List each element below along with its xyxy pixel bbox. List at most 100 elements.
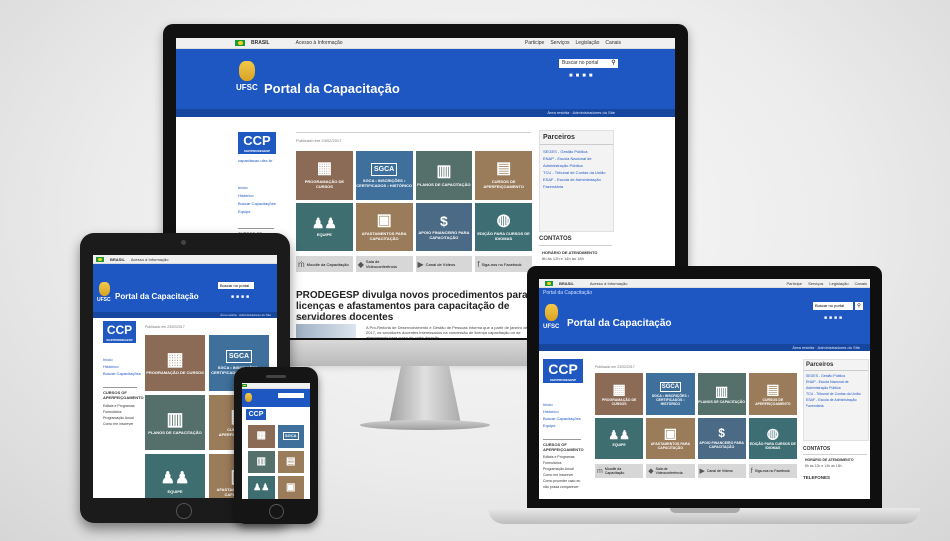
quick-moodle[interactable]: ṁ Moodle da Capacitação [296,256,353,272]
tile-equipe[interactable]: ♟♟ [248,476,275,499]
search-placeholder: Buscar no portal [220,283,250,288]
tile-apoio[interactable]: $ APOIO FINANCEIRO PARA CAPACITAÇÃO [697,417,746,459]
nav-item-inicio[interactable]: Início [103,356,141,363]
quick-videos[interactable]: ▶ Canal de Vídeos [697,464,746,478]
gov-link-4[interactable]: Canais [855,281,867,286]
quick-label: Siga-nos no Facebook [754,469,790,473]
tablet-home-button[interactable] [176,503,192,519]
tile-label: CURSOS DE APERFEIÇOAMENTO [755,397,791,406]
tile-programacao[interactable]: ▦ PROGRAMAÇÃO DE CURSOS [145,335,205,391]
phone-tile-grid: ▦ SGCA ▥ ▤ ♟♟ ▣ [248,425,304,499]
nav-item-equipe[interactable]: Equipe [543,422,581,429]
tablet-site-title[interactable]: Portal da Capacitação [115,292,199,301]
responsive-showcase: { "gov": {"brasil": "BRASIL", "servicos"… [0,0,950,541]
partner-link[interactable]: ENAP - Escola Nacional de Administração … [806,379,866,391]
site-title[interactable]: Portal da Capacitação [264,81,400,96]
tile-planos[interactable]: ▥ PLANOS DE CAPACITAÇÃO [697,373,746,415]
tablet-sidebar-box[interactable]: CURSOS OF APERFEIÇOAMENTO [103,387,144,400]
quick-video-conf[interactable]: ◆ Sala de Videoconferência [355,256,413,272]
partner-link[interactable]: TCU - Tribunal de Contas da União [543,169,610,176]
social-icons[interactable]: ■■■■ [824,315,844,321]
quick-videos[interactable]: ▶ Canal de Vídeos [415,256,473,272]
partner-link[interactable]: SEGES - Gestão Pública [543,148,610,155]
globe-icon: ◍ [766,425,779,442]
tile-sgca[interactable]: SGCASGCA • INSCRIÇÕES • CERTIFICADOS • H… [355,151,413,200]
tile-cursos[interactable]: ▤CURSOS DE APERFEIÇOAMENTO [748,373,797,415]
nav-item-buscar[interactable]: Buscar Capacitações [543,415,581,422]
tile-programacao[interactable]: ▦ PROGRAMAÇÃO DE CURSOS [595,373,644,415]
tile-sgca[interactable]: SGCASGCA • INSCRIÇÕES • CERTIFICADOS • H… [646,373,695,415]
left-nav: Início Histórico Buscar Capacitações Equ… [238,184,276,216]
search-input[interactable]: Buscar no portal [559,59,609,68]
gov-link-2[interactable]: Serviços [550,40,569,46]
quick-facebook[interactable]: f Siga-nos no Facebook [748,464,797,478]
social-icons[interactable]: ■■■■ [231,294,251,300]
sub-nav: Área restrita · Administradores do Site [176,109,675,117]
nav-item-buscar[interactable]: Buscar Capacitações [238,200,276,208]
tablet-sidebar-links: Editais e Programas Formulários Programa… [103,403,139,427]
gov-link-2[interactable]: Serviços [808,281,823,286]
sidebar-link[interactable]: Como me inscrever [103,421,139,427]
partner-link[interactable]: ENAP - Escola Nacional de Administração … [543,155,610,169]
tile-label: SGCA • INSCRIÇÕES • CERTIFICADOS • HISTÓ… [356,177,413,188]
nav-item-equipe[interactable]: Equipe [238,208,276,216]
tile-equipe[interactable]: ♟♟ EQUIPE [595,417,644,459]
tile-cursos[interactable]: ▤ [277,450,304,474]
nav-item-historico[interactable]: Histórico [103,363,141,370]
gov-link-4[interactable]: Canais [605,40,621,46]
tile-equipe[interactable]: ♟♟ EQUIPE [296,202,353,251]
gov-link-1[interactable]: Participe [525,40,544,46]
tile-sgca[interactable]: SGCA [277,425,304,448]
laptop-site-title[interactable]: Portal da Capacitação [567,318,671,329]
nav-item-inicio[interactable]: Início [238,184,276,192]
tile-equipe[interactable]: ♟♟ EQUIPE [145,454,205,498]
ccp-logo: CCP SGP/PRODEGESP [238,132,276,154]
tile-label: PLANOS DE CAPACITAÇÃO [417,181,471,187]
search-icon[interactable]: ⚲ [609,59,618,68]
tile-cursos[interactable]: ▤CURSOS DE APERFEIÇOAMENTO [475,151,532,200]
tile-label: EDIÇÃO PARA CURSOS DE IDIOMAS [749,442,796,451]
tile-label: EQUIPE [316,232,332,238]
gov-link-1[interactable]: Participe [787,281,803,286]
quick-facebook[interactable]: f Siga-nos no Facebook [475,256,532,272]
tile-idiomas[interactable]: ◍ EDIÇÃO PARA CURSOS DE IDIOMAS [748,417,797,459]
laptop-phones-title: TELEFONES [803,475,831,480]
search-placeholder: Buscar no portal [815,303,845,308]
nav-item-historico[interactable]: Histórico [543,408,581,415]
tile-afastamentos[interactable]: ▣ [277,476,304,499]
tile-programacao[interactable]: ▦ PROGRAMAÇÃO DE CURSOS [296,151,353,200]
laptop-header: Portal da Capacitação UFSC Portal da Cap… [539,288,870,344]
nav-item-buscar[interactable]: Buscar Capacitações [103,370,141,377]
tile-planos[interactable]: ▥ [248,450,275,474]
quick-moodle[interactable]: ṁ Moodle da Capacitação [595,464,644,478]
gov-link-3[interactable]: Legislação [829,281,848,286]
laptop-sidebar-box[interactable]: CURSOS OF APERFEIÇOAMENTO [543,439,584,452]
gov-info-link[interactable]: Acesso à Informação [296,40,343,46]
partner-link[interactable]: ESAF - Escola de Administração Fazendári… [806,397,866,409]
phone-search-input[interactable] [278,393,304,398]
tile-apoio[interactable]: $ APOIO FINANCEIRO PARA CAPACITAÇÃO [415,202,473,251]
search-icon[interactable]: ⚲ [855,302,863,310]
partner-link[interactable]: ESAF - Escola de Administração Fazendári… [543,176,610,190]
tile-grid: ▦ PROGRAMAÇÃO DE CURSOS SGCA SGCA • INSCRI… [296,151,532,251]
sidebar-link[interactable]: Como proceder caso eu não possa comparec… [543,478,583,490]
tile-programacao[interactable]: ▦ [248,425,275,448]
tile-planos[interactable]: ▥ PLANOS DE CAPACITAÇÃO [415,151,473,200]
social-icons[interactable]: ■■■■ [569,73,596,79]
search-placeholder: Buscar no portal [562,60,599,66]
tile-afastamentos[interactable]: ▣AFASTAMENTOS PARA CAPACITAÇÃO [355,202,413,251]
tile-idiomas[interactable]: ◍ EDIÇÃO PARA CURSOS DE IDIOMAS [475,202,532,251]
gov-info-link[interactable]: Acesso à Informação [590,281,628,286]
ufsc-logo-text: UFSC [543,324,560,330]
tile-afastamentos[interactable]: ▣AFASTAMENTOS PARA CAPACITAÇÃO [646,417,695,459]
phone-home-button[interactable] [269,504,284,519]
laptop-search-input[interactable]: Buscar no portal [813,302,853,310]
nav-item-inicio[interactable]: Início [543,401,581,408]
tablet-search-input[interactable]: Buscar no portal [218,282,254,289]
tile-planos[interactable]: ▥ PLANOS DE CAPACITAÇÃO [145,394,205,451]
nav-item-historico[interactable]: Histórico [238,192,276,200]
quick-video-conf[interactable]: ◆ Sala de Videoconferência [646,464,695,478]
tile-label: EQUIPE [167,488,183,494]
gov-info-link[interactable]: Acesso à Informação [131,257,169,262]
gov-link-3[interactable]: Legislação [576,40,600,46]
